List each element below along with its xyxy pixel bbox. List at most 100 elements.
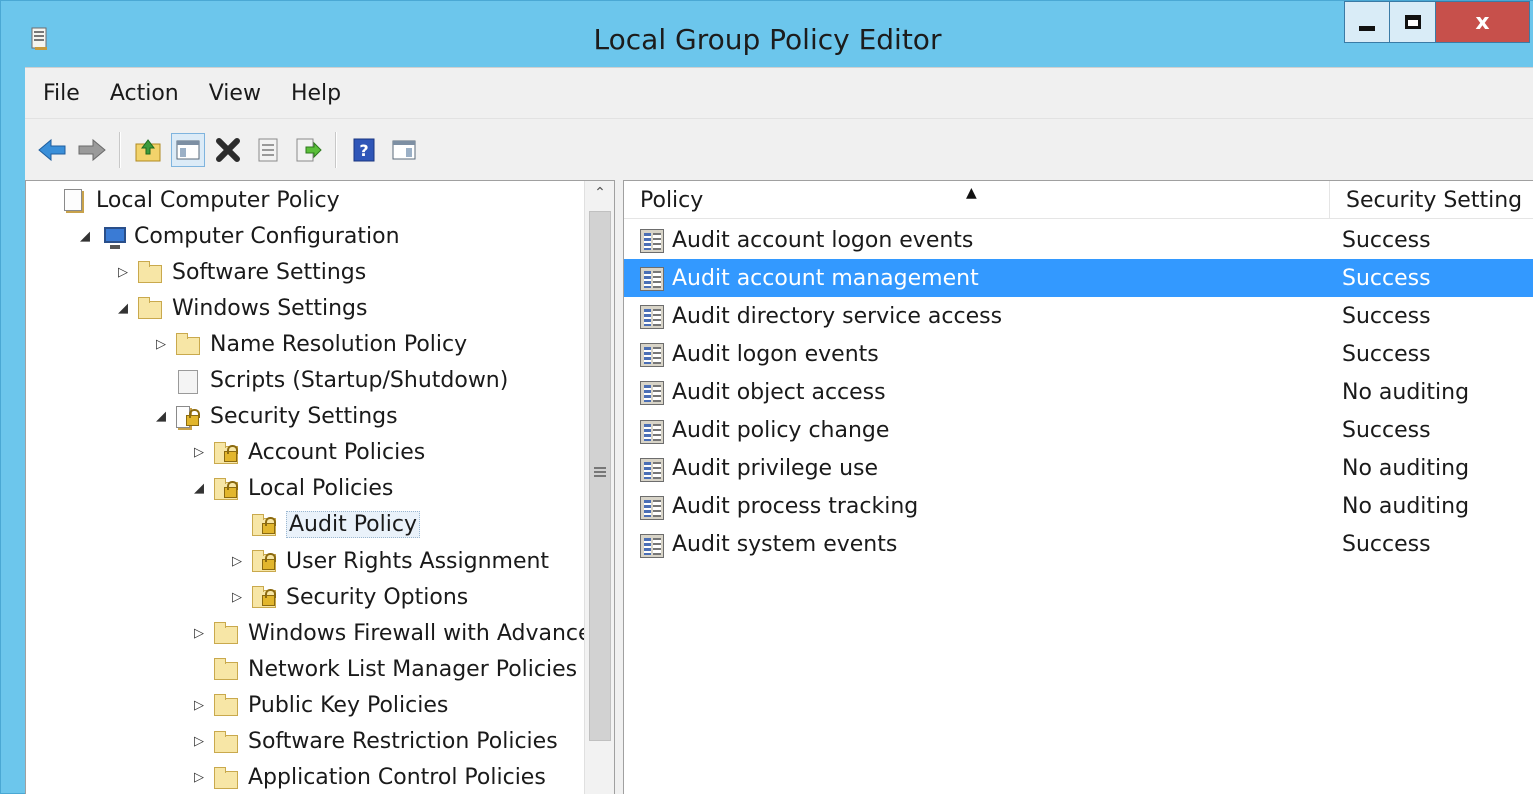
policy-name: Audit directory service access [672,303,1003,329]
folder-icon [212,765,242,791]
tree-node[interactable]: ▷ User Rights Assignment [228,544,549,578]
minimize-button[interactable] [1344,1,1390,43]
tree-node[interactable]: ◢ Windows Settings [114,291,367,325]
policy-setting-icon [638,227,666,255]
policy-setting-icon [638,494,666,522]
scroll-up-arrow-icon[interactable]: ⌃ [585,185,614,201]
tree-node-label: Windows Settings [172,295,368,321]
tree-node[interactable]: Network List Manager Policies [190,652,577,686]
collapse-arrow-icon[interactable]: ◢ [76,229,94,244]
policy-row[interactable]: Audit process tracking No auditing [624,488,1533,526]
tree-node[interactable]: Scripts (Startup/Shutdown) [152,364,508,398]
collapse-arrow-icon[interactable]: ◢ [190,481,208,496]
folder-icon [136,259,166,285]
policy-row[interactable]: Audit account management Success [624,259,1533,298]
policy-row[interactable]: Audit logon events Success [624,335,1533,373]
tree-node[interactable]: ▷ Software Restriction Policies [190,725,558,759]
policy-setting-icon [638,532,666,560]
tree-node-label: Audit Policy [286,511,420,539]
tree-vertical-scrollbar[interactable]: ⌃ [584,181,614,794]
security-setting-value: Success [1342,303,1431,329]
back-button[interactable] [35,133,69,167]
expand-arrow-icon[interactable]: ▷ [190,770,208,785]
tree-node-label: Name Resolution Policy [210,331,468,357]
forward-button[interactable] [75,133,109,167]
tree-node-label: User Rights Assignment [286,548,550,574]
security-setting-value: No auditing [1342,494,1470,520]
help-button[interactable]: ? [347,133,381,167]
details-pane: Policy ▲ Security Setting Audit account … [623,180,1533,794]
tree-node[interactable]: Local Computer Policy [38,183,340,217]
properties-button[interactable] [251,133,285,167]
app-window: Local Group Policy Editor x File Action … [0,0,1533,794]
help-icon: ? [353,138,375,161]
list-header: Policy ▲ Security Setting [624,181,1533,219]
security-settings-icon [174,404,204,430]
console-tree[interactable]: Local Computer Policy ◢ Computer Configura… [25,180,615,794]
tree-node[interactable]: ▷ Account Policies [190,436,425,470]
policy-setting-icon [638,418,666,446]
policy-name: Audit account management [672,265,979,291]
export-list-icon [296,138,322,161]
tree-node[interactable]: ▷ Software Settings [114,255,366,289]
tree-node-label: Application Control Policies [248,765,546,791]
tree-node[interactable]: ◢ Computer Configuration [76,219,400,253]
scrollbar-grip-icon [594,467,606,477]
policy-row[interactable]: Audit object access No auditing [624,373,1533,411]
security-setting-value: Success [1342,532,1431,558]
expand-arrow-icon[interactable]: ▷ [114,265,132,280]
show-hide-tree-button[interactable] [171,132,205,167]
expand-arrow-icon[interactable]: ▷ [152,337,170,352]
column-header-label: Security Setting [1346,187,1523,213]
expand-arrow-icon[interactable]: ▷ [228,554,246,569]
tree-node[interactable]: ▷ Public Key Policies [190,688,448,722]
export-list-button[interactable] [291,133,325,167]
policy-row[interactable]: Audit privilege use No auditing [624,450,1533,488]
expand-arrow-icon[interactable]: ▷ [228,590,246,605]
collapse-arrow-icon[interactable]: ◢ [152,409,170,424]
delete-button[interactable] [211,133,245,167]
tree-node[interactable]: ◢ Security Settings [152,400,398,434]
security-setting-value: Success [1342,265,1431,291]
security-setting-value: No auditing [1342,456,1470,482]
column-header-label: Policy [640,187,704,213]
toolbar-separator [335,131,337,168]
policy-row[interactable]: Audit policy change Success [624,412,1533,450]
expand-arrow-icon[interactable]: ▷ [190,626,208,641]
policy-row[interactable]: Audit system events Success [624,526,1533,564]
tree-node[interactable]: Audit Policy [228,508,420,542]
policy-row[interactable]: Audit directory service access Success [624,297,1533,335]
expand-arrow-icon[interactable]: ▷ [190,445,208,460]
tree-node-label: Security Options [286,584,469,610]
folder-icon [212,656,242,682]
policy-name: Audit account logon events [672,227,974,253]
column-header-security-setting[interactable]: Security Setting [1330,181,1533,219]
column-header-policy[interactable]: Policy ▲ [624,181,1330,219]
up-one-level-button[interactable] [131,133,165,167]
tree-node-label: Scripts (Startup/Shutdown) [210,368,509,393]
menu-help[interactable]: Help [291,81,341,106]
expand-arrow-icon[interactable]: ▷ [190,698,208,713]
tree-node[interactable]: ▷ Name Resolution Policy [152,327,467,361]
expand-arrow-icon[interactable]: ▷ [190,734,208,749]
maximize-button[interactable] [1390,1,1436,43]
tree-node[interactable]: ◢ Local Policies [190,472,393,506]
menu-action[interactable]: Action [110,81,179,106]
tree-node-label: Software Restriction Policies [248,729,558,754]
collapse-arrow-icon[interactable]: ◢ [114,301,132,316]
security-setting-value: No auditing [1342,379,1470,405]
policy-row[interactable]: Audit account logon events Success [624,221,1533,259]
tree-node[interactable]: ▷ Windows Firewall with Advanced [190,616,606,650]
tree-node-label: Computer Configuration [134,223,400,249]
minimize-icon [1359,25,1375,31]
title-bar[interactable]: Local Group Policy Editor x [1,1,1533,67]
tree-node[interactable]: ▷ Application Control Policies [190,761,546,794]
locked-folder-icon [250,548,280,574]
policy-setting-icon [638,303,666,331]
menu-file[interactable]: File [43,81,80,106]
show-hide-action-pane-button[interactable] [387,133,421,167]
close-button[interactable]: x [1436,1,1530,43]
menu-view[interactable]: View [209,81,261,106]
tree-node[interactable]: ▷ Security Options [228,580,468,614]
policy-name: Audit object access [672,379,886,405]
